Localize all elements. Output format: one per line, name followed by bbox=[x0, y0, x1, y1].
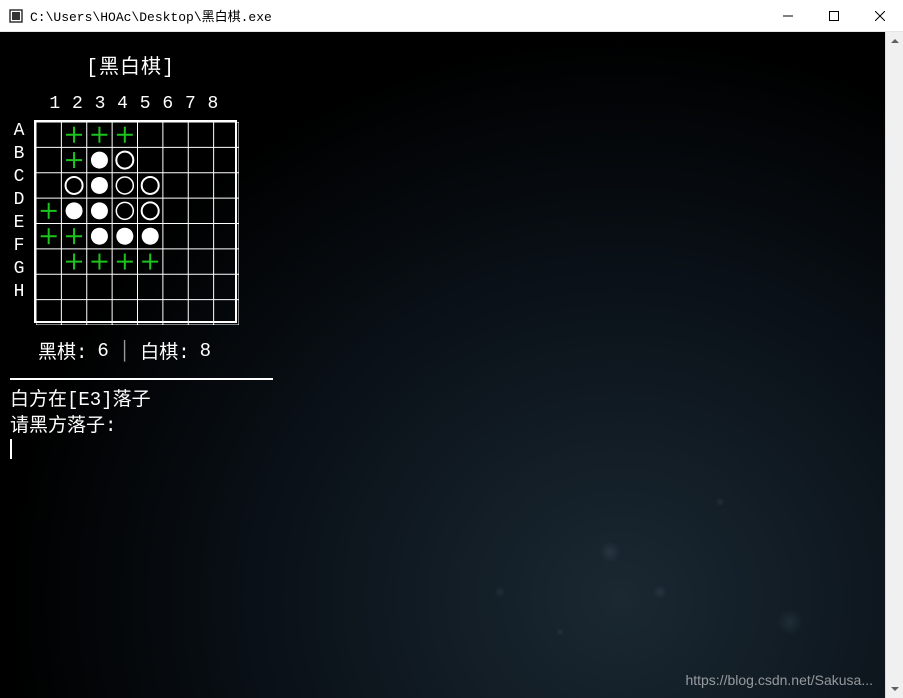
black-score-value: 6 bbox=[97, 340, 108, 362]
row-label: D bbox=[10, 189, 28, 212]
piece-white[interactable] bbox=[91, 202, 108, 219]
black-score-label: 黑棋: bbox=[38, 337, 87, 364]
window-title: C:\Users\HOAc\Desktop\黑白棋.exe bbox=[30, 6, 272, 25]
hint-marker[interactable] bbox=[41, 203, 57, 219]
hint-marker[interactable] bbox=[66, 152, 82, 168]
row-label: A bbox=[10, 120, 28, 143]
game-log: 白方在[E3]落子请黑方落子: bbox=[10, 388, 875, 439]
piece-white[interactable] bbox=[142, 202, 159, 219]
hint-marker[interactable] bbox=[66, 228, 82, 244]
watermark: https://blog.csdn.net/Sakusa... bbox=[685, 672, 873, 688]
row-labels: ABCDEFGH bbox=[10, 120, 28, 304]
piece-white[interactable] bbox=[142, 177, 159, 194]
piece-white[interactable] bbox=[91, 177, 108, 194]
row-label: B bbox=[10, 143, 28, 166]
app-icon bbox=[8, 8, 24, 24]
col-label: 8 bbox=[202, 94, 225, 114]
piece-white[interactable] bbox=[142, 228, 159, 245]
col-label: 5 bbox=[134, 94, 157, 114]
minimize-button[interactable] bbox=[765, 0, 811, 32]
scroll-up-button[interactable] bbox=[886, 32, 903, 50]
piece-white[interactable] bbox=[91, 152, 108, 169]
hint-marker[interactable] bbox=[41, 228, 57, 244]
row-label: F bbox=[10, 235, 28, 258]
score-line: 黑棋: 6 │ 白棋: 8 bbox=[38, 337, 875, 364]
piece-white[interactable] bbox=[116, 228, 133, 245]
game-board[interactable] bbox=[34, 120, 237, 323]
column-labels: 12345678 bbox=[44, 94, 270, 114]
hint-marker[interactable] bbox=[91, 254, 107, 270]
hint-marker[interactable] bbox=[142, 254, 158, 270]
white-score-label: 白棋: bbox=[140, 337, 189, 364]
white-score-value: 8 bbox=[200, 340, 211, 362]
row-label: H bbox=[10, 281, 28, 304]
text-cursor bbox=[10, 439, 12, 459]
hint-marker[interactable] bbox=[91, 127, 107, 143]
divider bbox=[10, 378, 273, 380]
piece-white[interactable] bbox=[91, 228, 108, 245]
hint-marker[interactable] bbox=[66, 127, 82, 143]
console-area[interactable]: [黑白棋] 12345678 ABCDEFGH 黑棋: 6 │ 白棋: 8 白方… bbox=[0, 32, 885, 698]
col-label: 4 bbox=[112, 94, 135, 114]
col-label: 7 bbox=[180, 94, 203, 114]
hint-marker[interactable] bbox=[117, 254, 133, 270]
log-line: 请黑方落子: bbox=[10, 414, 875, 440]
col-label: 2 bbox=[67, 94, 90, 114]
row-label: C bbox=[10, 166, 28, 189]
piece-black[interactable] bbox=[116, 202, 133, 219]
board-area: 12345678 ABCDEFGH bbox=[10, 94, 270, 323]
vertical-scrollbar[interactable] bbox=[885, 32, 903, 698]
piece-white[interactable] bbox=[66, 202, 83, 219]
piece-white[interactable] bbox=[66, 177, 83, 194]
scroll-down-button[interactable] bbox=[886, 680, 903, 698]
window-titlebar: C:\Users\HOAc\Desktop\黑白棋.exe bbox=[0, 0, 903, 32]
score-separator: │ bbox=[119, 340, 130, 362]
col-label: 3 bbox=[89, 94, 112, 114]
col-label: 1 bbox=[44, 94, 67, 114]
hint-marker[interactable] bbox=[117, 127, 133, 143]
piece-white[interactable] bbox=[116, 152, 133, 169]
maximize-button[interactable] bbox=[811, 0, 857, 32]
close-button[interactable] bbox=[857, 0, 903, 32]
row-label: G bbox=[10, 258, 28, 281]
hint-marker[interactable] bbox=[66, 254, 82, 270]
row-label: E bbox=[10, 212, 28, 235]
col-label: 6 bbox=[157, 94, 180, 114]
game-title: [黑白棋] bbox=[86, 50, 875, 80]
piece-black[interactable] bbox=[116, 177, 133, 194]
log-line: 白方在[E3]落子 bbox=[10, 388, 875, 414]
